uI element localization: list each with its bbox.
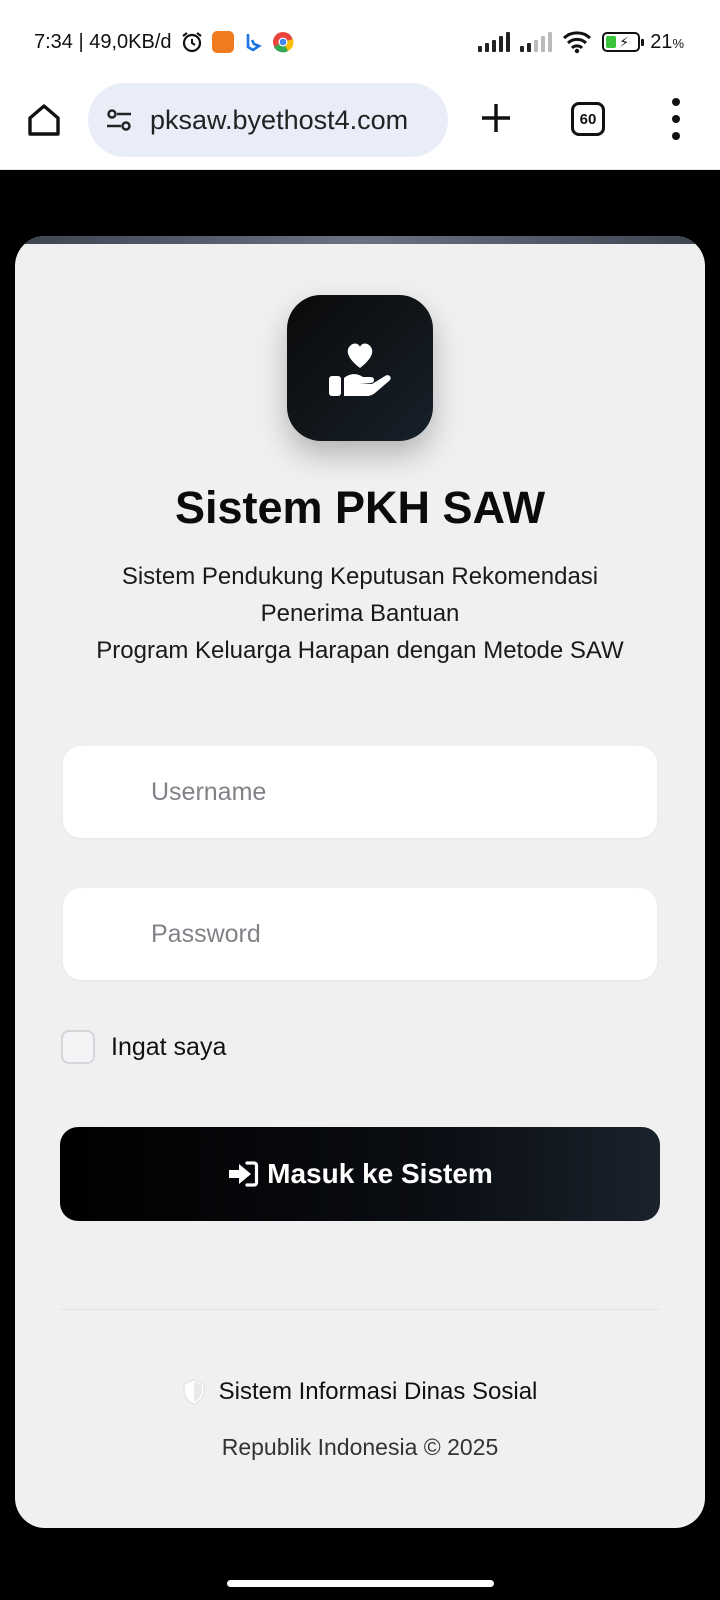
remember-checkbox[interactable] [61,1030,95,1064]
battery-charging-icon: ⚡ [602,32,645,52]
home-icon[interactable] [24,100,64,140]
bing-icon [246,34,262,52]
app-logo [287,295,433,441]
more-vert-icon[interactable] [666,98,686,140]
page-title: Sistem PKH SAW [174,482,546,533]
site-settings-icon[interactable] [104,105,134,135]
battery-percent: 21% [650,30,684,53]
signal-weak-icon [520,32,553,52]
wifi-icon [563,31,592,54]
status-left: 7:34 | 49,0KB/d [34,30,294,54]
shield-icon [182,1379,205,1405]
url-text[interactable]: pksaw.byethost4.com [150,105,408,136]
status-time: 7:34 | 49,0KB/d [34,30,172,53]
password-field-wrapper [63,888,657,980]
card-accent-line [15,236,705,244]
username-input[interactable] [63,746,657,838]
page-subtitle: Sistem Pendukung Keputusan Rekomendasi P… [45,558,675,669]
login-button[interactable]: Masuk ke Sistem [60,1127,660,1221]
chrome-icon [272,32,294,53]
login-button-label: Masuk ke Sistem [267,1158,493,1189]
status-bar: 7:34 | 49,0KB/d ⚡ 21% [0,0,720,80]
subtitle-line-2: Penerima Bantuan [260,600,460,627]
login-card: Sistem PKH SAW Sistem Pendukung Keputusa… [15,236,705,1528]
browser-toolbar: pksaw.byethost4.com 60 [0,80,720,170]
remember-me[interactable]: Ingat saya [61,1030,226,1064]
footer-org: Sistem Informasi Dinas Sosial [15,1378,705,1406]
alarm-icon [181,32,202,53]
gesture-home-indicator[interactable] [227,1580,494,1587]
address-bar[interactable]: pksaw.byethost4.com [88,83,448,157]
tab-switcher-button[interactable]: 60 [571,102,605,136]
subtitle-line-1: Sistem Pendukung Keputusan Rekomendasi [121,563,599,590]
remember-label[interactable]: Ingat saya [111,1033,226,1062]
footer-copyright: Republik Indonesia © 2025 [221,1434,499,1460]
plus-icon[interactable] [476,98,516,138]
sign-in-icon [229,1161,259,1187]
tab-count: 60 [579,110,597,128]
shop-app-icon [211,31,234,53]
status-right: ⚡ 21% [478,30,684,54]
signal-icon [478,32,511,52]
hand-holding-heart-icon [329,343,391,396]
password-input[interactable] [63,888,657,980]
subtitle-line-3: Program Keluarga Harapan dengan Metode S… [96,637,624,664]
footer-org-text: Sistem Informasi Dinas Sosial [218,1378,538,1405]
username-field-wrapper [63,746,657,838]
footer-divider [60,1309,660,1310]
